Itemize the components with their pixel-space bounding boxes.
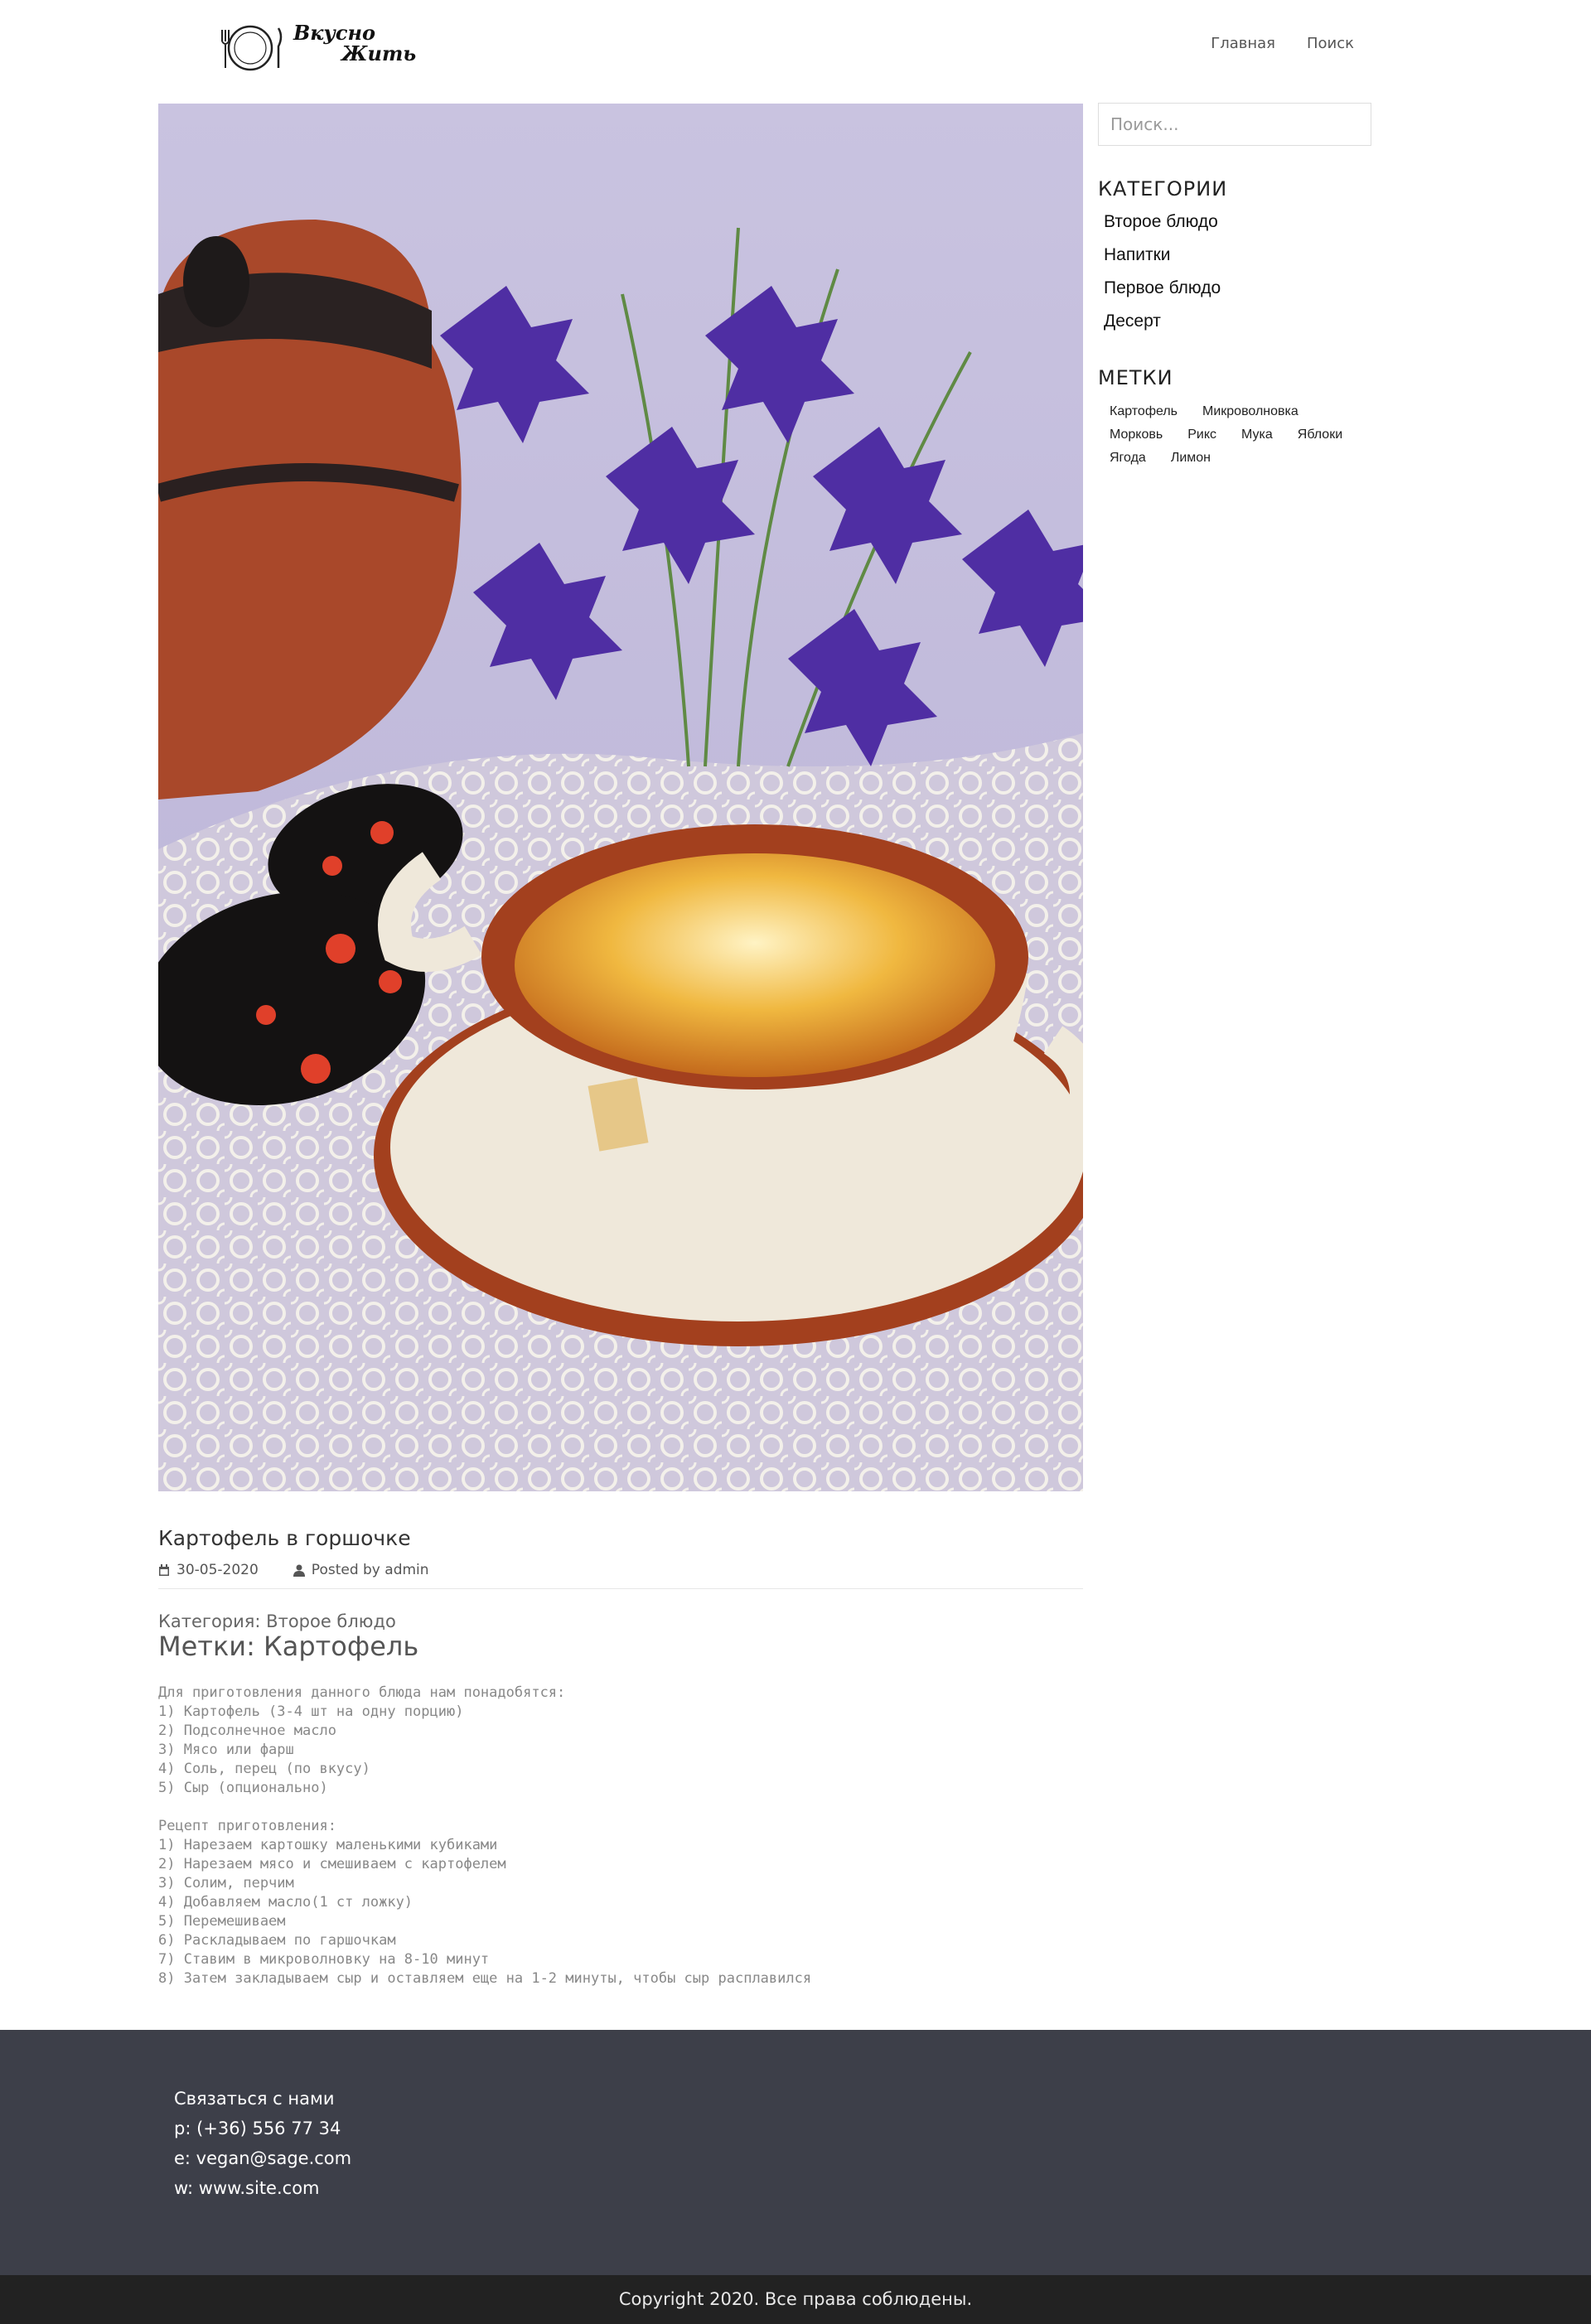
category-link[interactable]: Напитки: [1104, 245, 1221, 278]
post-tags: Метки: Картофель: [158, 1631, 419, 1662]
tag-link[interactable]: Лимон: [1171, 451, 1211, 472]
post-hero-image: [158, 104, 1083, 1491]
contact-email[interactable]: e: vegan@sage.com: [174, 2148, 351, 2178]
contact-phone: p: (+36) 556 77 34: [174, 2119, 341, 2138]
category-link[interactable]: Второе блюдо: [1104, 212, 1221, 245]
tags-heading: МЕТКИ: [1098, 366, 1173, 389]
tag-link[interactable]: Рикс: [1187, 428, 1216, 449]
tag-link[interactable]: Морковь: [1110, 428, 1163, 449]
tag-link[interactable]: Ягода: [1110, 451, 1146, 472]
tag-cloud: Картофель Микроволновка Морковь Рикс Мука Яб…: [1110, 403, 1375, 472]
post-divider: [158, 1588, 1083, 1589]
post-date: 30-05-2020: [177, 1562, 259, 1578]
user-icon: [293, 1564, 305, 1577]
tag-link[interactable]: Яблоки: [1298, 428, 1342, 449]
site-footer: Связаться с нами p: (+36) 556 77 34 e: v…: [0, 2030, 1591, 2275]
copyright-text: Copyright 2020. Все права соблюдены.: [618, 2289, 973, 2309]
nav-home-link[interactable]: Главная: [1211, 35, 1275, 52]
contact-block: Связаться с нами p: (+36) 556 77 34 e: v…: [174, 2089, 351, 2208]
plate-cutlery-icon: Вкусно Жить: [221, 21, 416, 71]
site-logo[interactable]: Вкусно Жить: [217, 15, 433, 73]
search-input[interactable]: [1098, 103, 1371, 146]
copyright-bar: Copyright 2020. Все права соблюдены.: [0, 2275, 1591, 2324]
nav-search-link[interactable]: Поиск: [1307, 35, 1354, 52]
post-title: Картофель в горшочке: [158, 1526, 411, 1550]
post-meta: 30-05-2020 Posted by admin: [158, 1562, 429, 1578]
calendar-icon: [159, 1563, 169, 1576]
tag-link[interactable]: Картофель: [1110, 404, 1178, 426]
post-category: Категория: Второе блюдо: [158, 1611, 396, 1631]
category-link[interactable]: Десерт: [1104, 312, 1221, 345]
logo-word-bottom: Жить: [340, 41, 416, 65]
site-header: Вкусно Жить Главная Поиск: [0, 0, 1591, 95]
categories-list: Второе блюдо Напитки Первое блюдо Десерт: [1104, 212, 1221, 345]
main-nav: Главная Поиск: [1211, 35, 1354, 52]
tag-link[interactable]: Мука: [1241, 428, 1273, 449]
contact-website[interactable]: w: www.site.com: [174, 2178, 351, 2208]
tag-link[interactable]: Микроволновка: [1202, 404, 1298, 426]
contact-title: Связаться с нами: [174, 2089, 335, 2109]
categories-heading: КАТЕГОРИИ: [1098, 177, 1228, 201]
category-link[interactable]: Первое блюдо: [1104, 278, 1221, 312]
sidebar: КАТЕГОРИИ Второе блюдо Напитки Первое бл…: [1098, 103, 1371, 465]
post-author: Posted by admin: [311, 1562, 429, 1578]
recipe-text: Для приготовления данного блюда нам пона…: [158, 1684, 812, 1987]
